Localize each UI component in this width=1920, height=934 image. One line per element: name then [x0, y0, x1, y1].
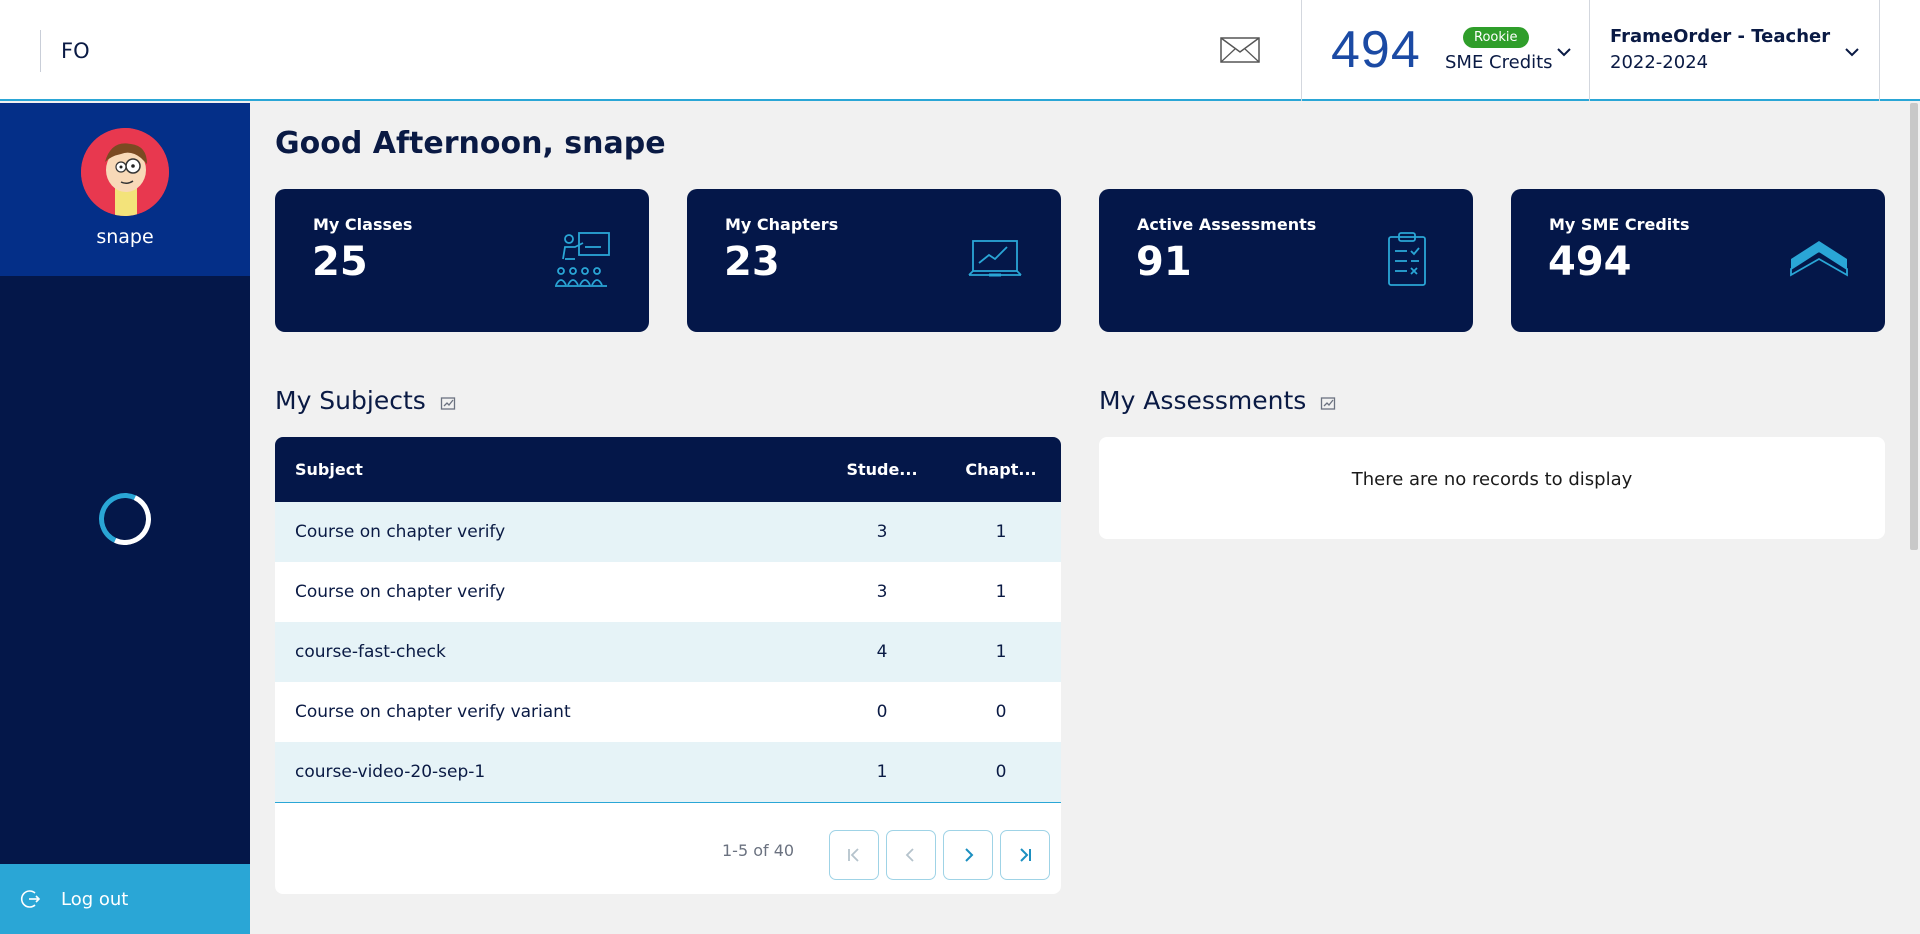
card-label: My Classes	[313, 215, 413, 234]
rank-badge: Rookie	[1463, 27, 1529, 48]
assessments-table: There are no records to display	[1099, 437, 1885, 539]
top-bar: FO 494 Rookie SME Credits FrameOrder - T…	[0, 0, 1920, 101]
column-header-subject[interactable]: Subject	[295, 460, 363, 479]
card-label: My SME Credits	[1549, 215, 1690, 234]
chevron-left-icon	[905, 848, 914, 862]
sidebar: snape Log out	[0, 103, 250, 934]
card-value: 23	[724, 239, 780, 285]
card-my-chapters[interactable]: My Chapters 23	[687, 189, 1061, 332]
cell-students: 4	[876, 642, 888, 662]
logout-button[interactable]: Log out	[0, 864, 250, 934]
assessments-section-title: My Assessments	[1099, 386, 1336, 415]
cell-subject: course-video-20-sep-1	[295, 762, 486, 782]
last-page-button[interactable]	[1000, 830, 1050, 880]
clipboard-icon	[1388, 232, 1426, 286]
table-header: Subject Stude... Chapt...	[275, 437, 1061, 502]
chart-link-icon[interactable]	[440, 395, 456, 411]
logout-icon	[20, 890, 41, 908]
card-value: 25	[312, 239, 368, 285]
card-my-classes[interactable]: My Classes 25	[275, 189, 649, 332]
last-page-icon	[1020, 848, 1031, 862]
cell-subject: course-fast-check	[295, 642, 446, 662]
next-page-button[interactable]	[943, 830, 993, 880]
avatar-image	[81, 128, 169, 216]
loading-spinner-icon	[91, 485, 159, 553]
cell-students: 0	[876, 702, 888, 722]
pagination: 1-5 of 40	[275, 802, 1061, 894]
chevron-right-icon	[965, 848, 974, 862]
brand-logo[interactable]: FO	[40, 30, 90, 72]
first-page-button[interactable]	[829, 830, 879, 880]
classroom-icon	[555, 232, 610, 287]
subjects-table: Subject Stude... Chapt... Course on chap…	[275, 437, 1061, 894]
page-info: 1-5 of 40	[722, 841, 795, 860]
table-row[interactable]: Course on chapter verify 3 1	[275, 502, 1061, 562]
cell-subject: Course on chapter verify variant	[295, 702, 571, 722]
chevron-down-icon[interactable]	[1844, 44, 1860, 60]
table-row[interactable]: Course on chapter verify variant 0 0	[275, 682, 1061, 742]
cell-chapters: 0	[995, 702, 1007, 722]
chevron-rank-icon	[1790, 241, 1848, 277]
card-my-sme-credits[interactable]: My SME Credits 494	[1511, 189, 1885, 332]
subjects-title: My Subjects	[275, 386, 426, 415]
previous-page-button[interactable]	[886, 830, 936, 880]
card-value: 494	[1548, 239, 1632, 285]
username: snape	[96, 226, 154, 248]
role-title: FrameOrder - Teacher	[1610, 26, 1831, 47]
card-value: 91	[1136, 239, 1192, 285]
subjects-section-title: My Subjects	[275, 386, 456, 415]
profile-panel: snape	[0, 103, 250, 276]
cell-chapters: 0	[995, 762, 1007, 782]
role-year: 2022-2024	[1610, 52, 1709, 73]
cell-subject: Course on chapter verify	[295, 582, 506, 602]
scrollbar-thumb[interactable]	[1910, 103, 1918, 550]
column-header-students[interactable]: Stude...	[845, 460, 919, 479]
card-active-assessments[interactable]: Active Assessments 91	[1099, 189, 1473, 332]
table-row[interactable]: course-fast-check 4 1	[275, 622, 1061, 682]
chevron-down-icon[interactable]	[1556, 44, 1572, 60]
cell-students: 3	[876, 582, 888, 602]
table-row[interactable]: Course on chapter verify 3 1	[275, 562, 1061, 622]
scrollbar[interactable]	[1908, 103, 1920, 934]
credits-label: SME Credits	[1445, 52, 1553, 73]
mail-icon[interactable]	[1220, 34, 1260, 66]
card-label: Active Assessments	[1137, 215, 1317, 234]
cell-students: 1	[876, 762, 888, 782]
logout-label: Log out	[61, 888, 129, 910]
credits-dropdown[interactable]: 494 Rookie SME Credits	[1301, 0, 1590, 101]
cell-chapters: 1	[995, 642, 1007, 662]
assessments-title: My Assessments	[1099, 386, 1307, 415]
cell-chapters: 1	[995, 522, 1007, 542]
role-dropdown[interactable]: FrameOrder - Teacher 2022-2024	[1590, 0, 1880, 101]
card-label: My Chapters	[725, 215, 839, 234]
avatar[interactable]	[81, 128, 169, 216]
empty-state-text: There are no records to display	[1351, 469, 1633, 490]
cell-subject: Course on chapter verify	[295, 522, 506, 542]
first-page-icon	[848, 848, 859, 862]
page-title: Good Afternoon, snape	[275, 126, 666, 161]
chart-link-icon[interactable]	[1320, 395, 1336, 411]
cell-chapters: 1	[995, 582, 1007, 602]
table-row[interactable]: course-video-20-sep-1 1 0	[275, 742, 1061, 802]
credits-value: 494	[1331, 21, 1421, 79]
column-header-chapters[interactable]: Chapt...	[963, 460, 1039, 479]
laptop-chart-icon	[968, 240, 1022, 277]
cell-students: 3	[876, 522, 888, 542]
